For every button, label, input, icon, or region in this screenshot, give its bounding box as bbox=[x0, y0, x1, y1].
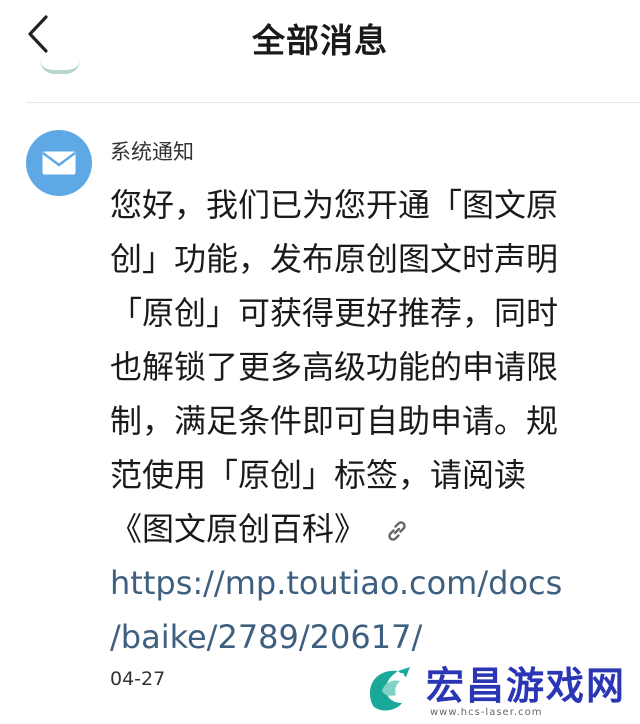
doc-link-line[interactable]: 《图文原创百科》 bbox=[110, 502, 610, 556]
message-line: 也解锁了更多高级功能的申请限 bbox=[110, 348, 559, 386]
message-line: 创」功能，发布原创图文时声明 bbox=[110, 240, 559, 278]
page-title: 全部消息 bbox=[252, 21, 388, 60]
link-icon bbox=[388, 521, 406, 541]
watermark: 宏昌游戏网 www.hcs-laser.com bbox=[362, 660, 626, 722]
system-notification-avatar[interactable] bbox=[26, 130, 92, 196]
doc-link-text[interactable]: 《图文原创百科》 bbox=[110, 510, 366, 548]
message-body: 您好，我们已为您开通「图文原 创」功能，发布原创图文时声明 「原创」可获得更好推… bbox=[110, 178, 610, 664]
list-divider bbox=[26, 102, 640, 103]
message-line: 制，满足条件即可自助申请。规 bbox=[110, 402, 559, 440]
message-line: 范使用「原创」标签，请阅读 bbox=[110, 456, 527, 494]
watermark-url: www.hcs-laser.com bbox=[429, 706, 543, 718]
envelope-icon bbox=[42, 151, 76, 175]
url-link-line-2[interactable]: /baike/2789/20617/ bbox=[110, 610, 610, 664]
message-date: 04-27 bbox=[110, 668, 166, 690]
message-line: 您好，我们已为您开通「图文原 bbox=[110, 186, 559, 224]
watermark-title: 宏昌游戏网 bbox=[425, 663, 626, 708]
message-line: 「原创」可获得更好推荐，同时 bbox=[110, 294, 559, 332]
sender-name: 系统通知 bbox=[110, 140, 194, 164]
dragon-logo-icon bbox=[369, 667, 410, 711]
url-link-line-1[interactable]: https://mp.toutiao.com/docs bbox=[110, 556, 610, 610]
navigation-bar: 全部消息 bbox=[0, 0, 640, 72]
